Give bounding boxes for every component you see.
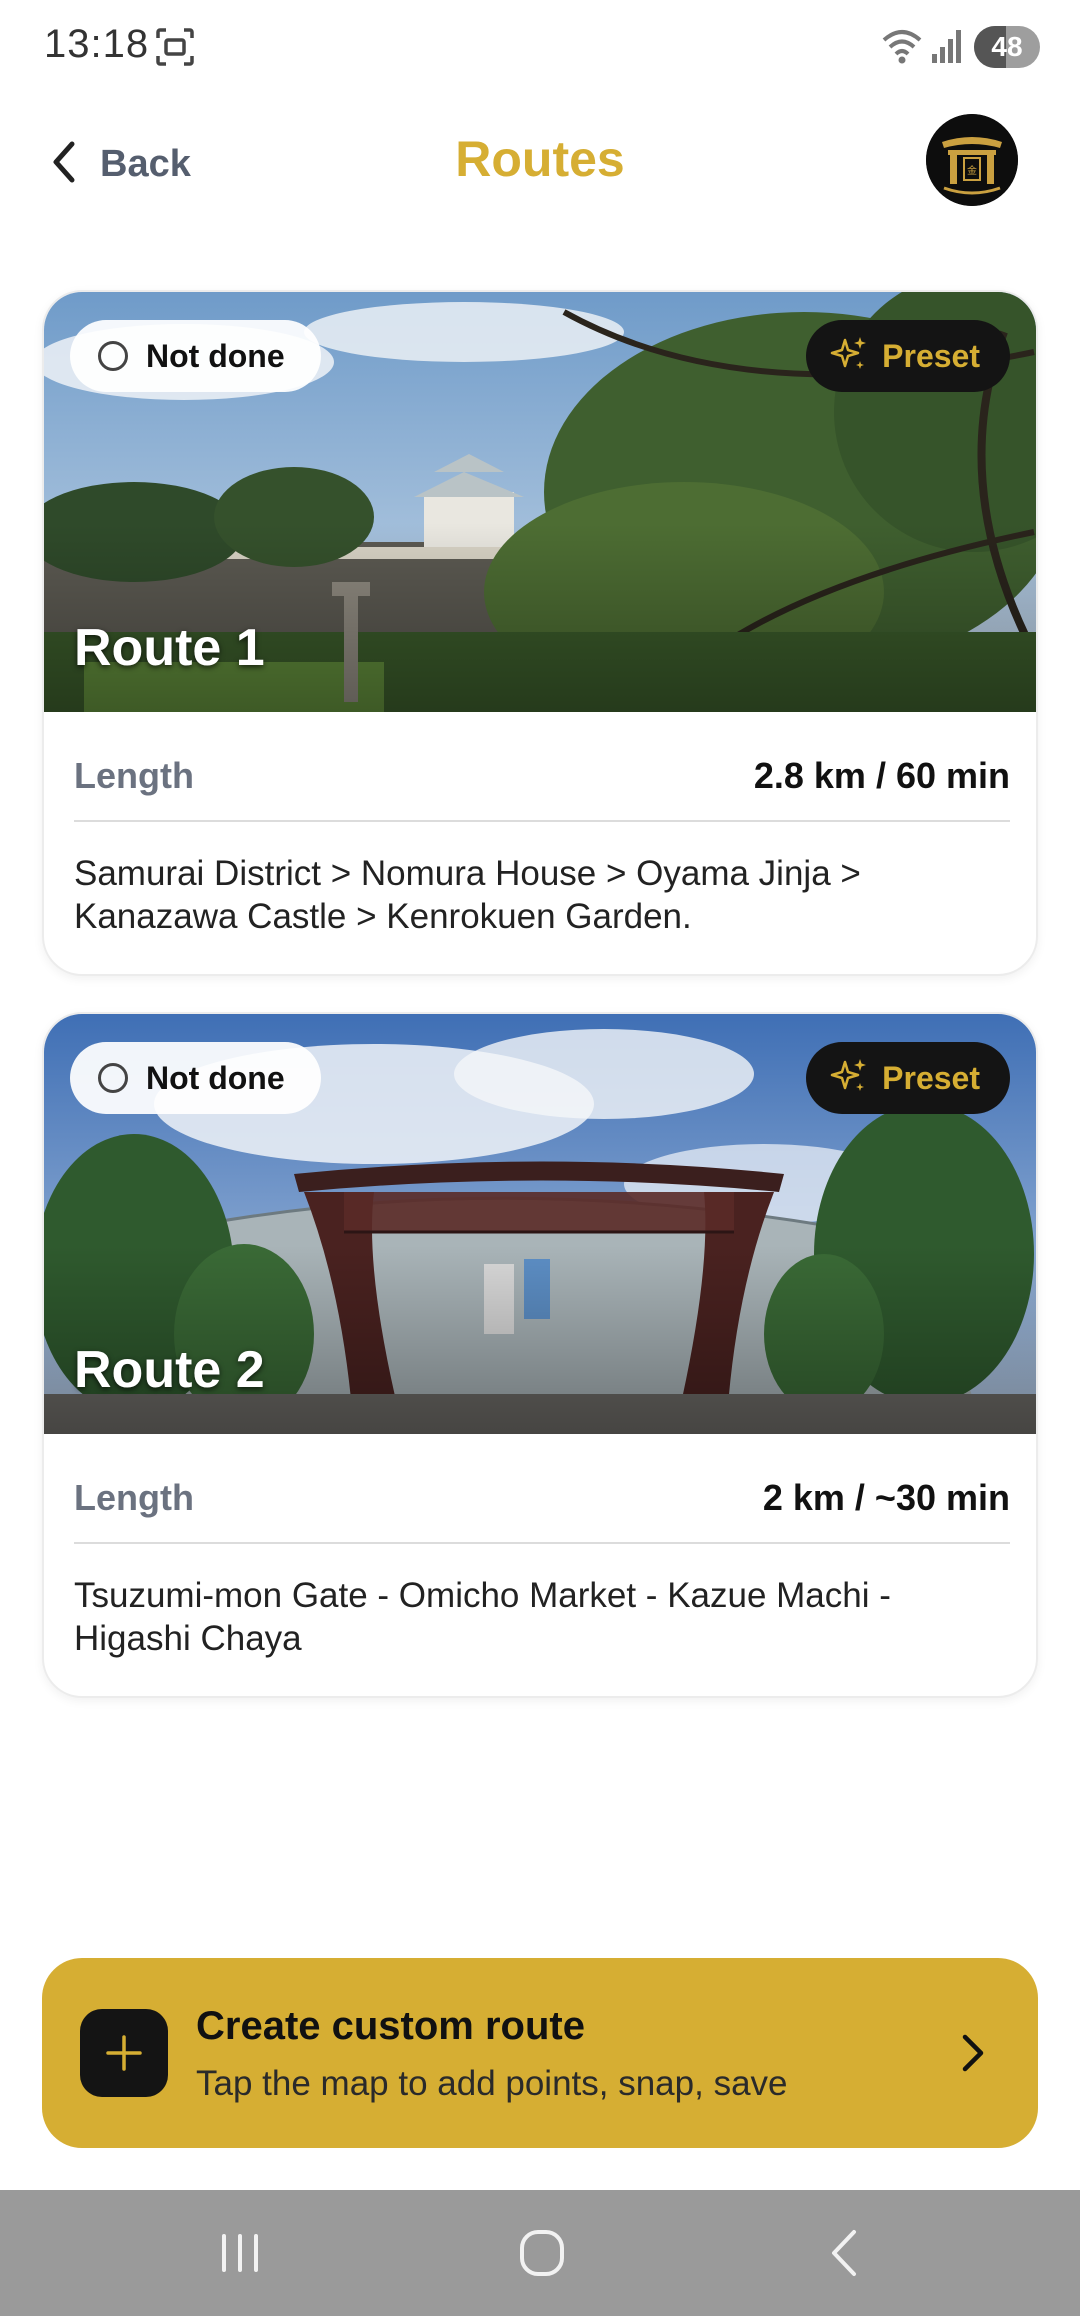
route-1-divider bbox=[74, 820, 1010, 822]
home-icon[interactable] bbox=[512, 2228, 572, 2278]
route-card-2[interactable]: Not done Preset Route 2 Length 2 km / ~3… bbox=[42, 1012, 1038, 1698]
header: Back Routes 金 bbox=[0, 96, 1080, 232]
route-2-length-value: 2 km / ~30 min bbox=[762, 1477, 1010, 1518]
route-1-length-value: 2.8 km / 60 min bbox=[753, 755, 1010, 796]
route-1-description: Samurai District > Nomura House > Oyama … bbox=[74, 854, 861, 936]
radio-unchecked-icon bbox=[98, 341, 128, 371]
sparkles-icon bbox=[830, 335, 868, 378]
route-2-status-label: Not done bbox=[146, 1059, 285, 1096]
wifi-icon bbox=[880, 26, 924, 71]
route-card-1[interactable]: Not done Preset Route 1 Length 2.8 km / … bbox=[42, 290, 1038, 976]
status-bar: 13:18 48 bbox=[0, 0, 1080, 96]
battery-percent: 48 bbox=[991, 31, 1023, 62]
route-1-status-toggle[interactable]: Not done bbox=[70, 320, 321, 392]
recents-icon[interactable] bbox=[210, 2228, 270, 2278]
route-2-preset-label: Preset bbox=[882, 1059, 980, 1096]
route-2-preset-badge: Preset bbox=[806, 1042, 1010, 1114]
route-1-name: Route 1 bbox=[74, 619, 265, 677]
route-2-status-toggle[interactable]: Not done bbox=[70, 1042, 321, 1114]
create-route-title: Create custom route bbox=[196, 2004, 585, 2048]
route-2-name: Route 2 bbox=[74, 1341, 265, 1399]
radio-unchecked-icon bbox=[98, 1063, 128, 1093]
page-title: Routes bbox=[455, 131, 625, 187]
battery-badge: 48 bbox=[974, 26, 1040, 68]
sparkles-icon bbox=[830, 1057, 868, 1100]
route-1-preset-badge: Preset bbox=[806, 320, 1010, 392]
route-2-length-row: Length 2 km / ~30 min bbox=[74, 1470, 1010, 1526]
route-1-length-label: Length bbox=[74, 755, 194, 796]
back-icon[interactable] bbox=[816, 2228, 876, 2278]
route-2-description: Tsuzumi-mon Gate - Omicho Market - Kazue… bbox=[74, 1576, 891, 1658]
screenshot-icon bbox=[154, 26, 196, 73]
route-1-status-label: Not done bbox=[146, 337, 285, 374]
chevron-right-icon bbox=[960, 2032, 986, 2079]
route-1-preset-label: Preset bbox=[882, 337, 980, 374]
create-route-subtitle: Tap the map to add points, snap, save bbox=[196, 2064, 788, 2103]
system-nav-bar bbox=[0, 2190, 1080, 2316]
route-2-divider bbox=[74, 1542, 1010, 1544]
route-2-length-label: Length bbox=[74, 1477, 194, 1518]
plus-icon bbox=[80, 2009, 168, 2097]
status-time: 13:18 bbox=[44, 22, 150, 66]
create-custom-route-button[interactable]: Create custom route Tap the map to add p… bbox=[42, 1958, 1038, 2148]
svg-text:金: 金 bbox=[967, 164, 977, 177]
route-1-length-row: Length 2.8 km / 60 min bbox=[74, 748, 1010, 804]
avatar[interactable]: 金 bbox=[926, 114, 1018, 206]
signal-icon bbox=[930, 28, 964, 69]
